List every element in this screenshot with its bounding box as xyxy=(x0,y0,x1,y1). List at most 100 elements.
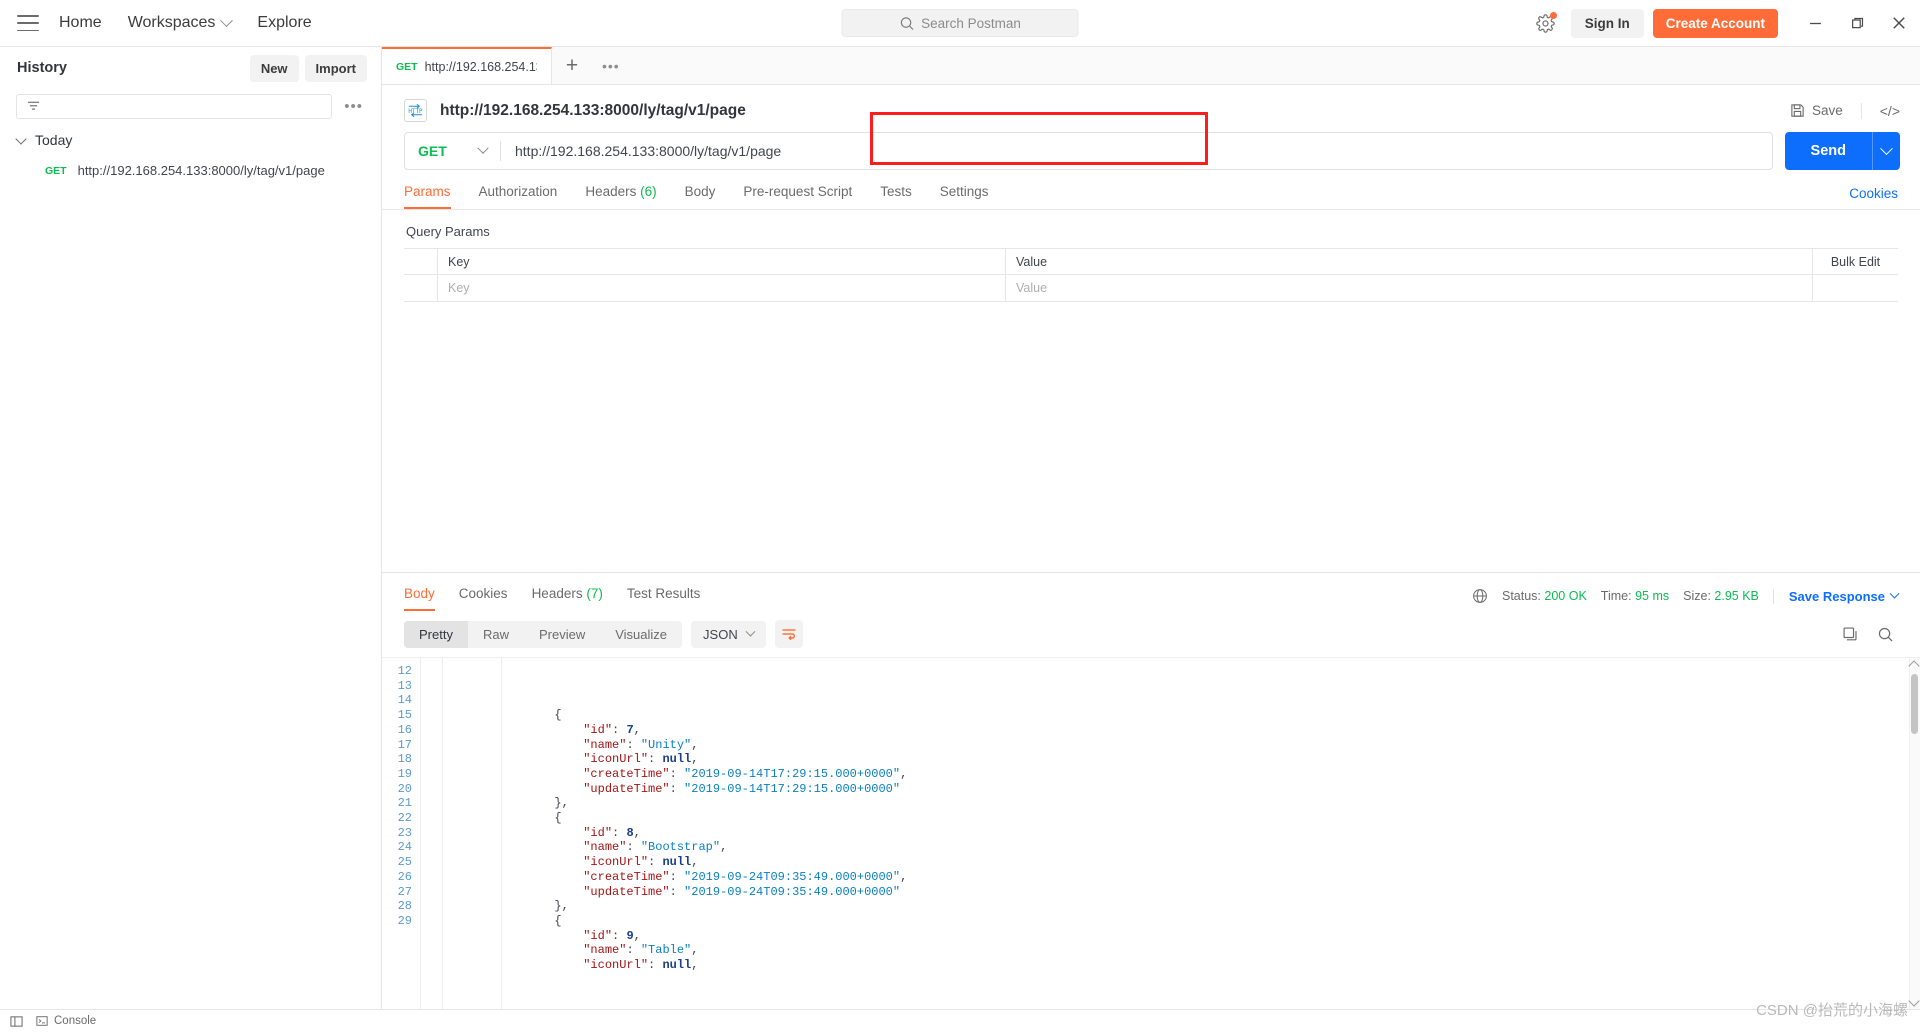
scroll-down-arrow-icon[interactable] xyxy=(1908,995,1920,1007)
globe-icon xyxy=(1473,589,1487,603)
tab-label: Headers xyxy=(531,586,583,601)
search-response-icon[interactable] xyxy=(1877,626,1894,643)
close-window-button[interactable] xyxy=(1878,0,1920,47)
response-status: Status: 200 OK xyxy=(1502,589,1587,603)
response-tab-cookies[interactable]: Cookies xyxy=(459,586,508,611)
table-row[interactable]: Key Value xyxy=(404,275,1898,301)
code-fold-column-2[interactable] xyxy=(442,658,468,1009)
sign-in-button[interactable]: Sign In xyxy=(1570,8,1644,38)
console-button[interactable]: Console xyxy=(36,1015,96,1027)
search-input[interactable]: Search Postman xyxy=(841,9,1079,37)
nav-item-home[interactable]: Home xyxy=(59,14,102,32)
param-key-input[interactable]: Key xyxy=(448,281,470,295)
response-body-editor[interactable]: 12 13 14 15 16 17 18 19 20 21 22 23 24 25 26 27 28 29 { "… xyxy=(382,657,1920,1009)
code-token: : xyxy=(626,737,641,752)
request-url-input[interactable]: http://192.168.254.133:8000/ly/tag/v1/pa… xyxy=(501,133,1772,169)
view-mode-preview[interactable]: Preview xyxy=(524,621,600,648)
request-header-actions: Save </> xyxy=(1790,102,1900,119)
send-button[interactable]: Send xyxy=(1784,132,1872,170)
history-item-url: http://192.168.254.133:8000/ly/tag/v1/pa… xyxy=(77,163,325,178)
status-value: 200 OK xyxy=(1544,589,1587,603)
indent-guide xyxy=(501,658,502,1009)
bulk-edit-button[interactable]: Bulk Edit xyxy=(1831,255,1880,269)
history-group-today[interactable]: Today xyxy=(0,123,381,157)
view-mode-visualize[interactable]: Visualize xyxy=(600,621,682,648)
tab-label: Authorization xyxy=(478,184,558,199)
http-protocol-icon: HTTP xyxy=(404,99,427,122)
http-method-select[interactable]: GET xyxy=(405,133,500,169)
response-json-code[interactable]: { "id": 7, "name": "Unity", "iconUrl": n… xyxy=(468,658,1920,1009)
scroll-up-arrow-icon[interactable] xyxy=(1908,660,1920,672)
request-tab[interactable]: GET http://192.168.254.133:80 xyxy=(382,47,552,84)
response-tab-headers[interactable]: Headers (7) xyxy=(532,586,603,611)
history-filter-input[interactable] xyxy=(16,93,333,119)
save-response-button[interactable]: Save Response xyxy=(1772,588,1900,604)
sidebar-more-options-icon[interactable]: ••• xyxy=(340,98,367,115)
row-checkbox-cell[interactable] xyxy=(404,275,438,301)
code-line: "id": 7, xyxy=(468,723,1920,738)
tab-more-options-icon[interactable]: ••• xyxy=(592,47,630,84)
request-body-empty-space xyxy=(382,302,1920,572)
send-options-button[interactable] xyxy=(1872,132,1900,170)
nav-item-explore[interactable]: Explore xyxy=(257,14,311,32)
create-account-button[interactable]: Create Account xyxy=(1652,8,1778,38)
new-tab-button[interactable]: + xyxy=(552,47,592,84)
new-button[interactable]: New xyxy=(249,54,299,82)
code-token: : xyxy=(669,781,685,796)
param-value-input[interactable]: Value xyxy=(1016,281,1047,295)
history-item[interactable]: GET http://192.168.254.133:8000/ly/tag/v… xyxy=(0,157,381,184)
code-token: , xyxy=(720,840,728,855)
wrap-lines-button[interactable] xyxy=(774,620,803,648)
tab-headers[interactable]: Headers (6) xyxy=(585,184,656,209)
nav-item-workspaces[interactable]: Workspaces xyxy=(128,13,234,32)
code-snippet-button[interactable]: </> xyxy=(1860,102,1900,119)
response-time: Time: 95 ms xyxy=(1601,589,1669,603)
view-mode-pretty[interactable]: Pretty xyxy=(404,620,468,648)
tab-label: Settings xyxy=(939,184,989,199)
tab-tests[interactable]: Tests xyxy=(880,184,912,209)
response-scrollbar-track[interactable] xyxy=(1908,658,1920,1009)
toggle-sidebar-button[interactable] xyxy=(10,1015,23,1028)
sidebar-toggle-icon xyxy=(10,1015,23,1027)
code-token: "id" xyxy=(583,928,613,943)
code-token: : xyxy=(669,884,685,899)
tab-settings[interactable]: Settings xyxy=(940,184,989,209)
hamburger-menu-icon[interactable] xyxy=(17,15,39,31)
tab-authorization[interactable]: Authorization xyxy=(479,184,558,209)
maximize-window-button[interactable] xyxy=(1836,0,1878,47)
response-scrollbar-thumb[interactable] xyxy=(1911,674,1918,734)
tab-label: Body xyxy=(684,184,716,199)
cookies-link[interactable]: Cookies xyxy=(1849,186,1898,209)
tab-label: Params xyxy=(404,184,451,199)
view-mode-raw[interactable]: Raw xyxy=(468,621,524,648)
code-line: "name": "Bootstrap", xyxy=(468,840,1920,855)
tab-pre-request-script[interactable]: Pre-request Script xyxy=(743,184,852,209)
code-token: "Table" xyxy=(640,943,692,958)
code-fold-column-1[interactable] xyxy=(420,658,442,1009)
line-number: 28 xyxy=(397,899,412,914)
save-label: Save xyxy=(1811,103,1843,118)
tab-body[interactable]: Body xyxy=(685,184,716,209)
code-token: , xyxy=(691,958,699,973)
response-tab-body[interactable]: Body xyxy=(404,586,435,611)
tab-params[interactable]: Params xyxy=(404,184,451,209)
code-token: "id" xyxy=(583,825,613,840)
size-label: Size: xyxy=(1683,589,1711,603)
import-button[interactable]: Import xyxy=(304,54,367,82)
settings-gear-button[interactable] xyxy=(1529,6,1563,40)
copy-icon[interactable] xyxy=(1842,626,1859,643)
response-tab-test-results[interactable]: Test Results xyxy=(627,586,701,611)
tab-count: (6) xyxy=(640,184,657,199)
sidebar-actions: New Import xyxy=(249,54,367,82)
request-tab-label: http://192.168.254.133:80 xyxy=(424,59,537,74)
line-number: 12 xyxy=(397,664,412,678)
code-token: }, xyxy=(554,796,569,811)
code-token: : xyxy=(612,928,627,943)
response-format-select[interactable]: JSON xyxy=(691,620,766,648)
minimize-window-button[interactable] xyxy=(1794,0,1836,47)
code-token: : xyxy=(626,943,641,958)
line-number-gutter: 12 13 14 15 16 17 18 19 20 21 22 23 24 25 26 27 28 29 xyxy=(382,658,420,1009)
code-token: "2019-09-14T17:29:15.000+0000" xyxy=(684,781,901,796)
code-token: "createTime" xyxy=(583,766,670,781)
save-request-button[interactable]: Save xyxy=(1790,103,1861,118)
